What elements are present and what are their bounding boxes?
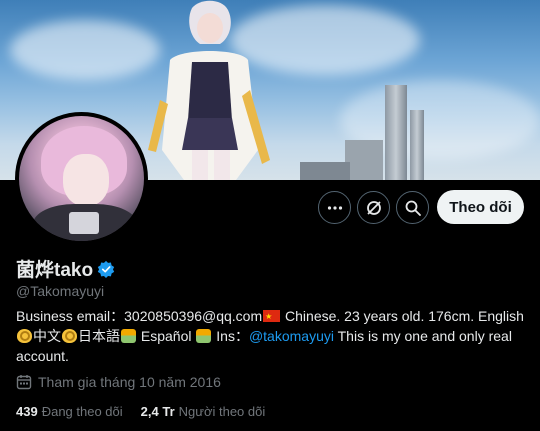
bio-text: 中文	[33, 328, 61, 344]
display-name: 菌烨tako	[16, 260, 94, 281]
search-button[interactable]	[396, 191, 429, 224]
bio-text: Español	[137, 328, 196, 344]
follow-button[interactable]: Theo dõi	[437, 190, 524, 224]
followers-link[interactable]: 2,4 Tr Người theo dõi	[141, 404, 266, 419]
bio-instagram-link[interactable]: @takomayuyi	[249, 328, 334, 344]
more-icon	[327, 205, 342, 210]
profile-avatar[interactable]	[15, 112, 148, 245]
bio-text: Chinese. 23 years old. 176cm. English	[281, 308, 524, 324]
following-label: Đang theo dõi	[41, 404, 123, 419]
calendar-icon	[16, 375, 32, 390]
bio-email-text: Business email：3020850396@qq.com	[16, 308, 263, 324]
profile-handle: @Takomayuyi	[16, 283, 105, 299]
more-button[interactable]	[318, 191, 351, 224]
followers-count: 2,4 Tr	[140, 404, 175, 419]
verified-badge-icon[interactable]	[97, 260, 115, 278]
person-tipping-hand-icon	[196, 329, 212, 343]
grok-icon	[366, 200, 381, 215]
search-icon	[405, 200, 421, 216]
banner-tower	[410, 110, 424, 180]
grok-button[interactable]	[357, 191, 390, 224]
banner-building	[300, 162, 350, 180]
ok-hand-icon	[62, 329, 77, 343]
avatar-face	[63, 154, 109, 206]
banner-building	[345, 140, 383, 180]
banner-cloud	[10, 20, 160, 80]
profile-bio: Business email：3020850396@qq.com Chinese…	[16, 306, 528, 366]
banner-cosplayer	[148, 0, 270, 180]
ok-hand-icon	[17, 329, 32, 343]
bio-text: 日本語	[78, 328, 120, 344]
china-flag-icon	[263, 307, 281, 327]
followers-label: Người theo dõi	[178, 404, 266, 419]
follow-stats: 439 Đang theo dõi 2,4 Tr Người theo dõi	[16, 404, 265, 419]
join-date: Tham gia tháng 10 năm 2016	[16, 374, 221, 390]
bio-text: Ins：	[212, 328, 249, 344]
following-link[interactable]: 439 Đang theo dõi	[16, 404, 123, 419]
following-count: 439	[16, 404, 38, 419]
name-row: 菌烨tako	[16, 255, 115, 282]
banner-tower	[385, 85, 407, 180]
avatar-plate	[69, 212, 99, 234]
join-date-text: Tham gia tháng 10 năm 2016	[38, 374, 221, 390]
person-tipping-hand-icon	[121, 329, 136, 343]
